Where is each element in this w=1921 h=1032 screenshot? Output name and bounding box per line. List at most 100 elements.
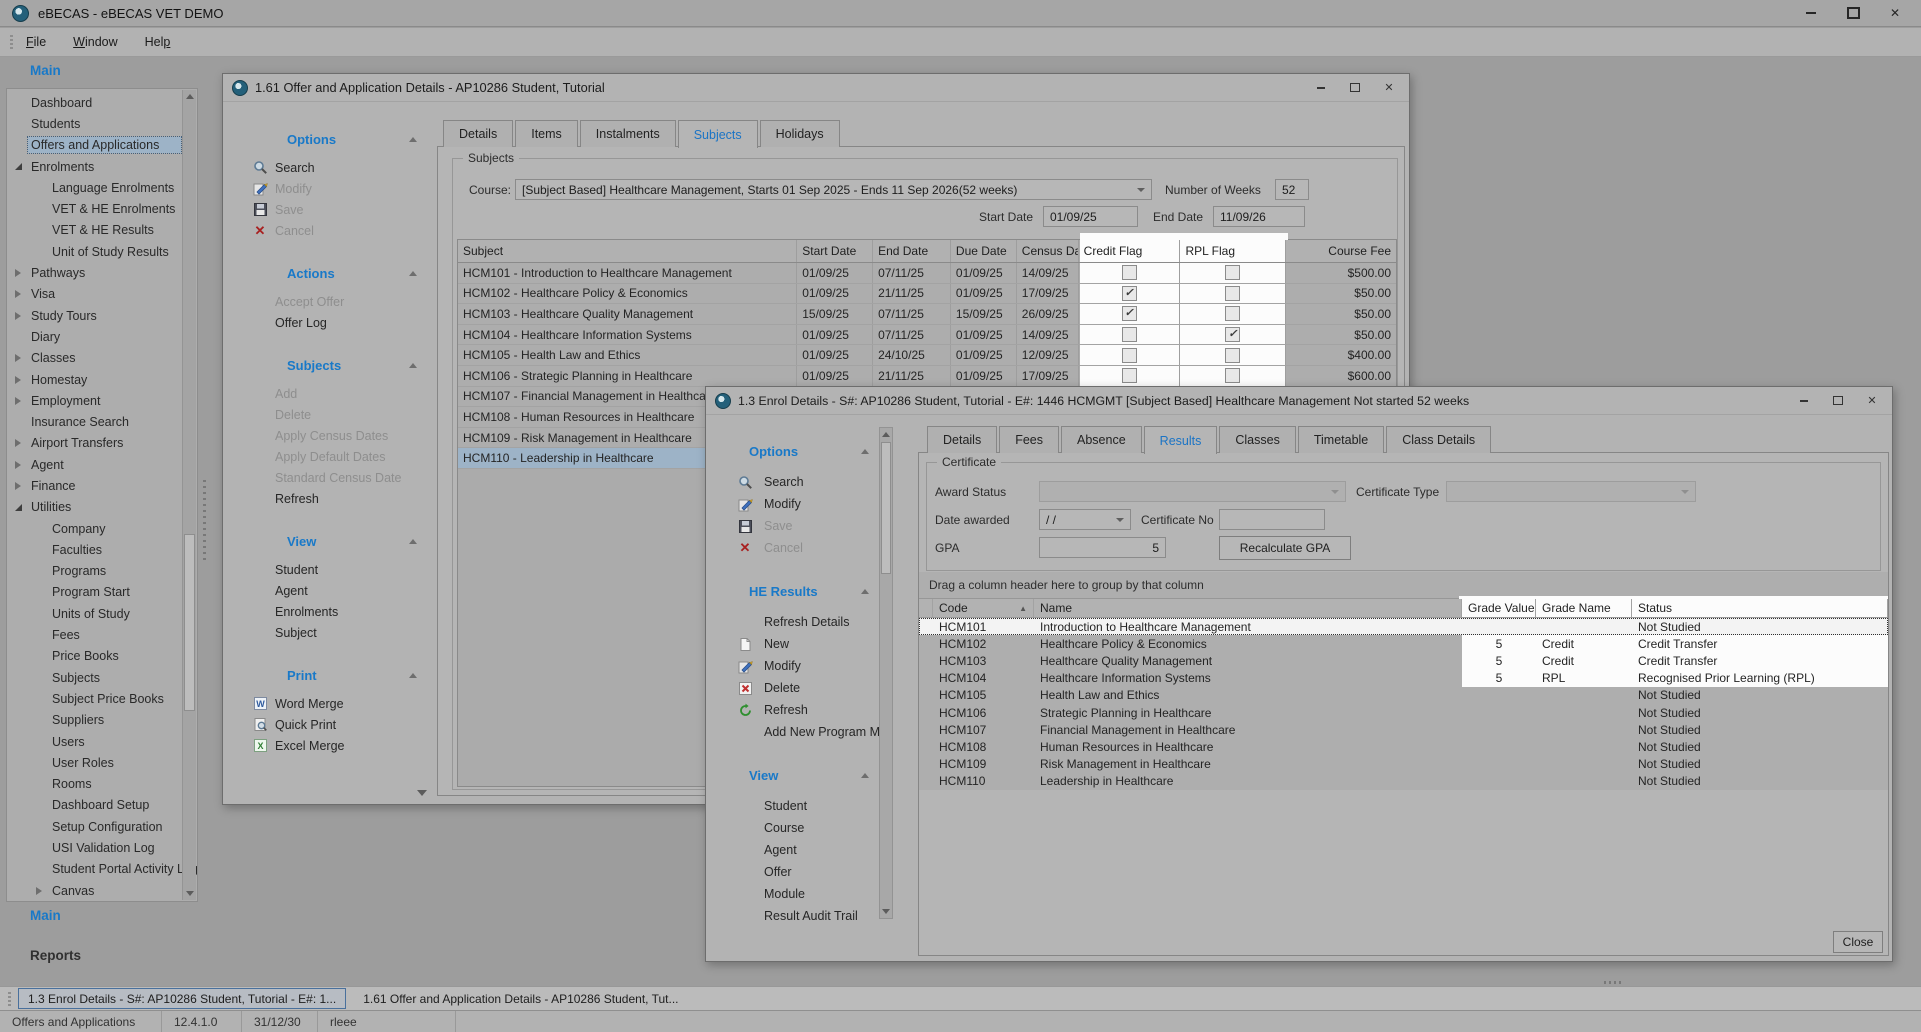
sidebar-item-units-of-study[interactable]: Units of Study bbox=[7, 603, 197, 624]
collapse-icon[interactable] bbox=[861, 589, 869, 594]
expand-toggle-icon[interactable] bbox=[15, 482, 21, 490]
view-enrolments-button[interactable]: Enrolments bbox=[235, 601, 431, 622]
grid-row[interactable]: HCM104Healthcare Information Systems5RPL… bbox=[919, 670, 1888, 687]
tab-details[interactable]: Details bbox=[927, 426, 997, 453]
column-header-end-date[interactable]: End Date bbox=[873, 240, 951, 262]
section-header-subjects[interactable]: Subjects bbox=[235, 353, 431, 377]
column-header-grade-value[interactable]: Grade Value bbox=[1462, 599, 1536, 617]
section-header-print[interactable]: Print bbox=[235, 663, 431, 687]
course-dropdown[interactable]: [Subject Based] Healthcare Management, S… bbox=[515, 179, 1152, 200]
expand-toggle-icon[interactable] bbox=[15, 269, 21, 277]
tab-absence[interactable]: Absence bbox=[1061, 426, 1142, 453]
table-row[interactable]: HCM106 - Strategic Planning in Healthcar… bbox=[458, 366, 1396, 387]
sidebar-item-students[interactable]: Students bbox=[7, 113, 197, 134]
maximize-icon[interactable] bbox=[1831, 394, 1845, 408]
word-merge-button[interactable]: WWord Merge bbox=[235, 693, 431, 714]
menu-file[interactable]: File bbox=[26, 35, 46, 49]
collapse-icon[interactable] bbox=[409, 271, 417, 276]
sidebar-footer-main[interactable]: Main bbox=[30, 908, 61, 923]
sidebar-item-user-roles[interactable]: User Roles bbox=[7, 752, 197, 773]
collapse-icon[interactable] bbox=[409, 673, 417, 678]
search-button[interactable]: Search bbox=[724, 471, 879, 493]
table-row[interactable]: HCM105 - Health Law and Ethics01/09/2524… bbox=[458, 345, 1396, 366]
delete-button[interactable]: Delete bbox=[724, 677, 879, 699]
grid-row[interactable]: HCM108Human Resources in HealthcareNot S… bbox=[919, 738, 1888, 755]
sidebar-item-rooms[interactable]: Rooms bbox=[7, 774, 197, 795]
expand-toggle-icon[interactable] bbox=[15, 312, 21, 320]
sidebar-item-canvas[interactable]: Canvas bbox=[7, 880, 197, 901]
expand-toggle-icon[interactable] bbox=[15, 290, 21, 298]
column-header-subject[interactable]: Subject bbox=[458, 240, 797, 262]
view-subject-button[interactable]: Subject bbox=[235, 622, 431, 643]
sidebar-item-vet-he-enrolments[interactable]: VET & HE Enrolments bbox=[7, 198, 197, 219]
column-header-start-date[interactable]: Start Date bbox=[797, 240, 873, 262]
award-status-dropdown[interactable] bbox=[1039, 481, 1346, 502]
sidebar-item-diary[interactable]: Diary bbox=[7, 326, 197, 347]
panel-scroll-down-icon[interactable] bbox=[417, 790, 427, 796]
scroll-down-icon[interactable] bbox=[882, 909, 890, 914]
minimize-icon[interactable] bbox=[1797, 394, 1811, 408]
scrollbar-thumb[interactable] bbox=[184, 534, 195, 711]
checkbox[interactable] bbox=[1225, 306, 1240, 321]
table-row[interactable]: HCM104 - Healthcare Information Systems0… bbox=[458, 325, 1396, 346]
close-button[interactable]: Close bbox=[1833, 931, 1883, 953]
menu-help[interactable]: Help bbox=[145, 35, 171, 49]
options-scrollbar[interactable] bbox=[879, 427, 893, 919]
grid-row-selected[interactable]: HCM101Introduction to Healthcare Managem… bbox=[919, 618, 1888, 635]
column-header-course-fee[interactable]: Course Fee bbox=[1286, 240, 1396, 262]
collapse-toggle-icon[interactable] bbox=[15, 504, 22, 511]
collapse-icon[interactable] bbox=[861, 773, 869, 778]
sidebar-item-pathways[interactable]: Pathways bbox=[7, 262, 197, 283]
excel-merge-button[interactable]: XExcel Merge bbox=[235, 735, 431, 756]
sidebar-item-insurance-search[interactable]: Insurance Search bbox=[7, 411, 197, 432]
column-header-rpl-flag[interactable]: RPL Flag bbox=[1180, 240, 1286, 262]
tab-class-details[interactable]: Class Details bbox=[1386, 426, 1491, 453]
window1-titlebar[interactable]: 1.61 Offer and Application Details - AP1… bbox=[223, 74, 1409, 102]
grid-row[interactable]: HCM106Strategic Planning in HealthcareNo… bbox=[919, 704, 1888, 721]
table-row[interactable]: HCM102 - Healthcare Policy & Economics01… bbox=[458, 284, 1396, 305]
sidebar-item-finance[interactable]: Finance bbox=[7, 475, 197, 496]
scrollbar-thumb[interactable] bbox=[881, 442, 891, 574]
checkbox[interactable]: ✓ bbox=[1122, 286, 1137, 301]
sidebar-item-classes[interactable]: Classes bbox=[7, 348, 197, 369]
close-icon[interactable]: ✕ bbox=[1887, 5, 1903, 21]
scroll-up-icon[interactable] bbox=[882, 432, 890, 437]
tab-holidays[interactable]: Holidays bbox=[760, 120, 840, 147]
taskbar-grip[interactable] bbox=[8, 992, 11, 1006]
tab-details[interactable]: Details bbox=[443, 120, 513, 147]
expand-toggle-icon[interactable] bbox=[15, 439, 21, 447]
sidebar-item-offers-and-applications[interactable]: Offers and Applications bbox=[7, 135, 197, 156]
modify-button[interactable]: Modify bbox=[724, 493, 879, 515]
sidebar-item-fees[interactable]: Fees bbox=[7, 624, 197, 645]
grid-row[interactable]: HCM110Leadership in HealthcareNot Studie… bbox=[919, 773, 1888, 790]
menu-window[interactable]: Window bbox=[73, 35, 117, 49]
collapse-icon[interactable] bbox=[409, 363, 417, 368]
sidebar-item-import[interactable]: Import bbox=[7, 901, 197, 902]
expand-toggle-icon[interactable] bbox=[15, 354, 21, 362]
refresh-button[interactable]: Refresh bbox=[724, 699, 879, 721]
view-module-button[interactable]: Module bbox=[724, 883, 879, 905]
gpa-field[interactable]: 5 bbox=[1039, 537, 1166, 558]
group-by-bar[interactable]: Drag a column header here to group by th… bbox=[919, 572, 1888, 599]
close-icon[interactable]: ✕ bbox=[1382, 81, 1396, 95]
checkbox[interactable]: ✓ bbox=[1122, 306, 1137, 321]
section-header-he-results[interactable]: HE Results bbox=[724, 579, 879, 603]
scroll-up-icon[interactable] bbox=[186, 94, 194, 99]
refresh-button[interactable]: Refresh bbox=[235, 488, 431, 509]
expand-toggle-icon[interactable] bbox=[15, 376, 21, 384]
menubar-grip[interactable] bbox=[10, 35, 13, 50]
expand-toggle-icon[interactable] bbox=[15, 461, 21, 469]
sidebar-scrollbar[interactable] bbox=[182, 90, 196, 900]
section-header-view[interactable]: View bbox=[724, 763, 879, 787]
scroll-down-icon[interactable] bbox=[186, 891, 194, 896]
column-header-code[interactable]: Code▲ bbox=[933, 599, 1034, 617]
search-button[interactable]: Search bbox=[235, 157, 431, 178]
section-header-options[interactable]: Options bbox=[724, 439, 879, 463]
grid-row[interactable]: HCM102Healthcare Policy & Economics5Cred… bbox=[919, 635, 1888, 652]
sidebar-item-vet-he-results[interactable]: VET & HE Results bbox=[7, 220, 197, 241]
window2-titlebar[interactable]: 1.3 Enrol Details - S#: AP10286 Student,… bbox=[706, 387, 1892, 415]
sidebar-item-users[interactable]: Users bbox=[7, 731, 197, 752]
grid-row[interactable]: HCM103Healthcare Quality Management5Cred… bbox=[919, 652, 1888, 669]
refresh-details-button[interactable]: Refresh Details bbox=[724, 611, 879, 633]
sidebar-item-employment[interactable]: Employment bbox=[7, 390, 197, 411]
